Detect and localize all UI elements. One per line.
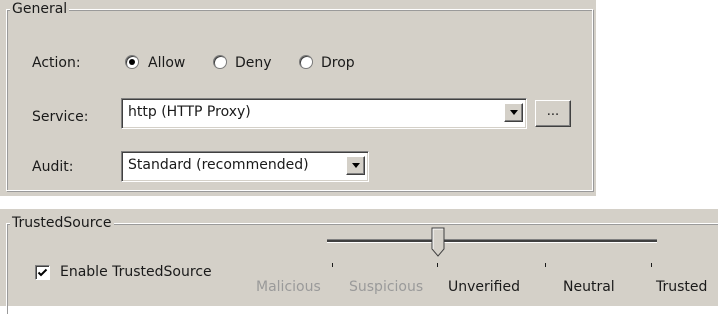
enable-checkbox-box[interactable] xyxy=(35,265,50,280)
general-legend: General xyxy=(10,1,70,17)
chevron-down-icon[interactable] xyxy=(504,103,523,122)
slider-tick xyxy=(437,263,438,267)
radio-allow-label[interactable]: Allow xyxy=(148,54,185,72)
service-browse-button[interactable]: ... xyxy=(535,100,571,127)
level-suspicious: Suspicious xyxy=(349,279,424,295)
radio-circle-icon[interactable] xyxy=(299,55,313,69)
service-select-value: http (HTTP Proxy) xyxy=(128,104,251,120)
level-neutral: Neutral xyxy=(563,279,615,295)
slider-track[interactable] xyxy=(327,239,657,243)
trustedsource-legend: TrustedSource xyxy=(10,215,114,231)
trustedsource-panel: TrustedSource Enable TrustedSource Malic… xyxy=(0,209,718,315)
slider-tick xyxy=(651,263,652,267)
audit-label: Audit: xyxy=(32,159,74,175)
service-select[interactable]: http (HTTP Proxy) xyxy=(121,98,527,129)
level-malicious: Malicious xyxy=(256,279,321,295)
slider-tick xyxy=(545,263,546,267)
general-panel: General Action: Allow Deny Drop Service:… xyxy=(0,0,596,196)
enable-trustedsource-label[interactable]: Enable TrustedSource xyxy=(60,263,212,281)
level-trusted: Trusted xyxy=(656,279,708,295)
radio-circle-icon[interactable] xyxy=(213,55,227,69)
action-label: Action: xyxy=(32,55,81,71)
audit-select[interactable]: Standard (recommended) xyxy=(121,151,369,182)
slider-tick xyxy=(332,263,333,267)
audit-select-value: Standard (recommended) xyxy=(128,157,309,173)
checkmark-icon xyxy=(37,268,48,277)
radio-dot-icon[interactable] xyxy=(125,55,139,69)
radio-deny-label[interactable]: Deny xyxy=(235,54,272,72)
service-label: Service: xyxy=(32,109,89,125)
radio-drop-label[interactable]: Drop xyxy=(321,54,355,72)
chevron-down-icon[interactable] xyxy=(346,156,365,175)
slider-thumb[interactable] xyxy=(431,227,445,257)
level-unverified: Unverified xyxy=(448,279,520,295)
